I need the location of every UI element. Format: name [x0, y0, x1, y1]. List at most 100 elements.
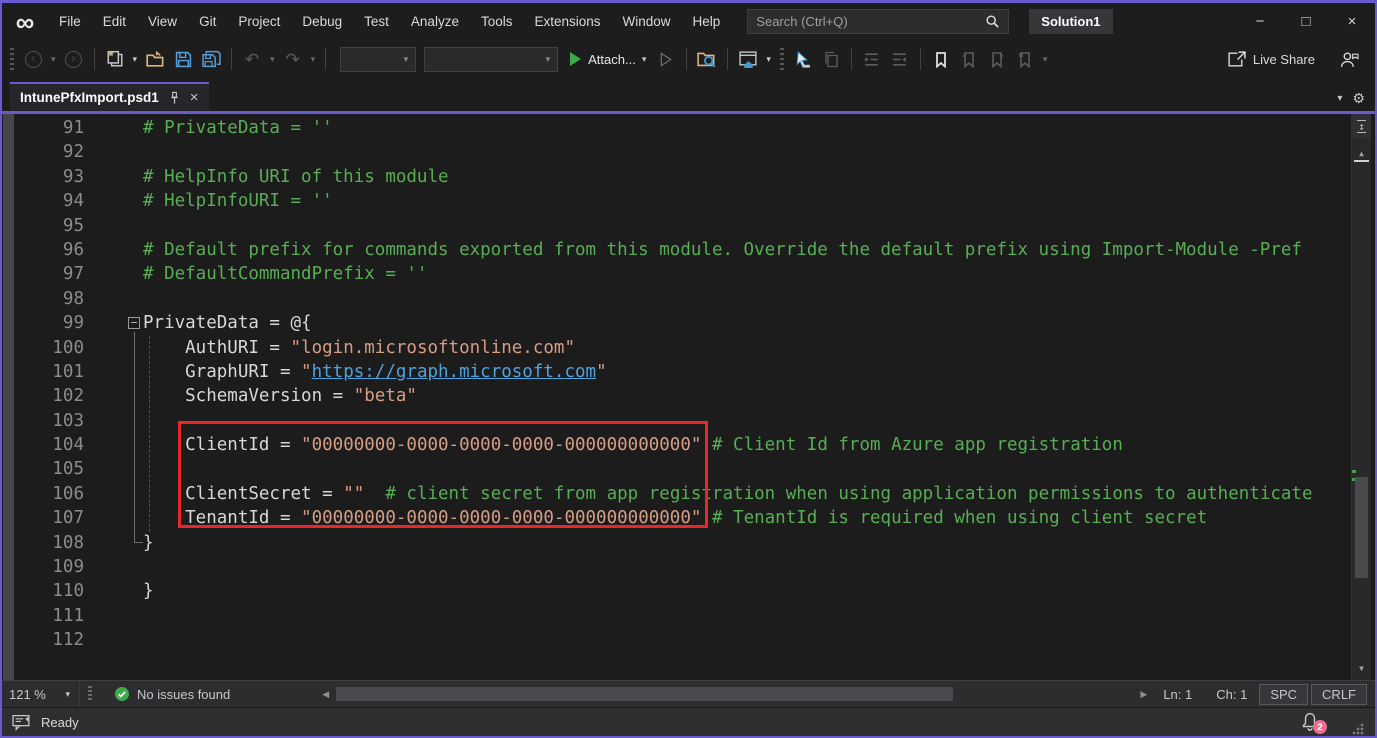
menu-window[interactable]: Window	[612, 3, 682, 40]
save-button[interactable]	[171, 46, 195, 72]
status-splitter-grip[interactable]	[88, 686, 92, 702]
menu-extensions[interactable]: Extensions	[523, 3, 611, 40]
start-without-debugging-button[interactable]	[654, 46, 678, 72]
vertical-scrollbar-thumb[interactable]	[1355, 477, 1368, 578]
active-files-dropdown-caret[interactable]: ▾	[1337, 93, 1342, 104]
live-share-button[interactable]: Live Share	[1221, 51, 1321, 68]
toolbar-separator	[920, 48, 921, 70]
solution-explorer-home-button[interactable]	[736, 46, 760, 72]
line-number: 108	[14, 531, 84, 555]
navigate-forward-button[interactable]: ›	[62, 46, 86, 72]
line-ending-indicator[interactable]: CRLF	[1311, 684, 1367, 705]
scroll-down-arrow[interactable]: ▼	[1352, 657, 1371, 680]
select-pointer-button[interactable]	[791, 46, 815, 72]
increase-indent-button[interactable]	[888, 46, 912, 72]
indentation-mode-indicator[interactable]: SPC	[1259, 684, 1308, 705]
menu-project[interactable]: Project	[227, 3, 291, 40]
menu-view[interactable]: View	[137, 3, 188, 40]
menu-tools[interactable]: Tools	[470, 3, 524, 40]
health-indicator[interactable]: No issues found	[114, 686, 230, 702]
clear-bookmarks-button[interactable]	[1013, 46, 1037, 72]
find-in-files-button[interactable]	[695, 46, 719, 72]
pin-tab-icon[interactable]	[168, 91, 181, 105]
horizontal-scrollbar[interactable]: ◀ ▶	[318, 681, 1151, 707]
code-line-108[interactable]: 108}	[2, 531, 1351, 555]
attach-dropdown-caret: ▾	[640, 55, 649, 64]
code-line-95[interactable]: 95	[2, 214, 1351, 238]
code-line-91[interactable]: 91# PrivateData = ''	[2, 116, 1351, 140]
code-line-92[interactable]: 92	[2, 140, 1351, 164]
menu-help[interactable]: Help	[682, 3, 732, 40]
navigate-back-button[interactable]: ‹	[21, 46, 45, 72]
maximize-button[interactable]: □	[1283, 3, 1329, 40]
previous-bookmark-button[interactable]	[957, 46, 981, 72]
bookmarks-dropdown-caret[interactable]: ▾	[1041, 55, 1050, 64]
new-project-button[interactable]	[103, 46, 127, 72]
decrease-indent-button[interactable]	[860, 46, 884, 72]
window-resize-grip[interactable]	[1351, 722, 1365, 736]
close-tab-icon[interactable]: ×	[190, 90, 199, 105]
menu-debug[interactable]: Debug	[291, 3, 353, 40]
code-editor[interactable]: 91# PrivateData = ''9293# HelpInfo URI o…	[2, 114, 1375, 680]
scroll-up-arrow[interactable]: ▲	[1352, 142, 1371, 166]
horizontal-scrollbar-track[interactable]	[333, 681, 1136, 707]
code-line-100[interactable]: 100 AuthURI = "login.microsoftonline.com…	[2, 336, 1351, 360]
solution-badge[interactable]: Solution1	[1029, 9, 1112, 34]
platform-dropdown[interactable]: ▾	[424, 47, 558, 72]
document-options-gear-icon[interactable]: ⚙	[1352, 91, 1365, 105]
code-line-98[interactable]: 98	[2, 287, 1351, 311]
notifications-button[interactable]: 2	[1301, 712, 1323, 732]
code-line-102[interactable]: 102 SchemaVersion = "beta"	[2, 384, 1351, 408]
collapse-region-toggle[interactable]: −	[128, 317, 140, 329]
copy-button[interactable]	[819, 46, 843, 72]
attach-debugger-button[interactable]: Attach... ▾	[566, 46, 650, 72]
toolbar-separator	[325, 48, 326, 70]
sign-in-user-button[interactable]	[1337, 46, 1361, 72]
visual-studio-window: ∞ FileEditViewGitProjectDebugTestAnalyze…	[0, 0, 1377, 738]
code-line-93[interactable]: 93# HelpInfo URI of this module	[2, 165, 1351, 189]
close-button[interactable]: ×	[1329, 3, 1375, 40]
code-line-109[interactable]: 109	[2, 555, 1351, 579]
undo-dropdown-caret[interactable]: ▾	[268, 55, 277, 64]
configuration-dropdown[interactable]: ▾	[340, 47, 416, 72]
code-line-111[interactable]: 111	[2, 604, 1351, 628]
open-folder-icon	[146, 51, 165, 68]
split-editor-handle[interactable]: ↕	[1352, 114, 1371, 138]
menu-file[interactable]: File	[48, 3, 92, 40]
search-input[interactable]: Search (Ctrl+Q)	[747, 9, 1009, 34]
code-line-99[interactable]: 99PrivateData = @{	[2, 311, 1351, 335]
toolbar-drag-grip[interactable]	[10, 48, 14, 70]
vertical-scrollbar[interactable]: ↕ ▲ ▼	[1351, 114, 1371, 680]
tab-intunepfximport-psd1[interactable]: IntunePfxImport.psd1 ×	[10, 82, 209, 111]
code-line-96[interactable]: 96# Default prefix for commands exported…	[2, 238, 1351, 262]
line-number: 94	[14, 189, 84, 213]
redo-dropdown-caret[interactable]: ▾	[309, 55, 318, 64]
solution-explorer-dropdown-caret[interactable]: ▾	[764, 55, 773, 64]
zoom-level-dropdown[interactable]: 121 % ▾	[2, 681, 80, 707]
redo-button[interactable]: ↷	[281, 46, 305, 72]
new-project-dropdown-caret[interactable]: ▾	[131, 55, 140, 64]
next-bookmark-button[interactable]	[985, 46, 1009, 72]
code-line-101[interactable]: 101 GraphURI = "https://graph.microsoft.…	[2, 360, 1351, 384]
indent-guide-line	[149, 336, 150, 532]
open-file-button[interactable]	[143, 46, 167, 72]
menu-test[interactable]: Test	[353, 3, 400, 40]
save-all-button[interactable]	[199, 46, 223, 72]
back-dropdown-caret[interactable]: ▾	[49, 55, 58, 64]
code-line-112[interactable]: 112	[2, 628, 1351, 652]
horizontal-scrollbar-thumb[interactable]	[336, 687, 953, 701]
save-all-icon	[202, 50, 221, 68]
scroll-right-arrow[interactable]: ▶	[1136, 689, 1151, 700]
feedback-icon[interactable]	[12, 714, 31, 731]
scroll-left-arrow[interactable]: ◀	[318, 689, 333, 700]
undo-button[interactable]: ↶	[240, 46, 264, 72]
code-line-97[interactable]: 97# DefaultCommandPrefix = ''	[2, 262, 1351, 286]
code-line-94[interactable]: 94# HelpInfoURI = ''	[2, 189, 1351, 213]
toolbar-drag-grip[interactable]	[780, 48, 784, 70]
code-line-110[interactable]: 110}	[2, 579, 1351, 603]
minimize-button[interactable]: −	[1237, 3, 1283, 40]
toggle-bookmark-button[interactable]	[929, 46, 953, 72]
menu-analyze[interactable]: Analyze	[400, 3, 470, 40]
menu-edit[interactable]: Edit	[92, 3, 137, 40]
menu-git[interactable]: Git	[188, 3, 227, 40]
